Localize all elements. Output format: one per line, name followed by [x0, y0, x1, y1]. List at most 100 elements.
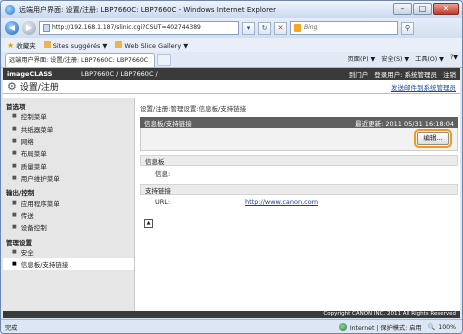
sidebar-item-label: 安全: [20, 248, 34, 257]
sidebar-item-label: 质量菜单: [20, 162, 47, 171]
brand-name: imageCLASS: [7, 70, 53, 78]
bullet-icon: ■: [12, 162, 17, 169]
device-model: LBP7660C / LBP7660C /: [81, 70, 158, 78]
sidebar-item-network[interactable]: ■ 网络: [3, 135, 134, 147]
edit-button[interactable]: 编辑...: [414, 129, 452, 148]
browser-window: 远端用户界面: 设置/注册: LBP7660C: LBP7660C - Wind…: [0, 0, 463, 334]
forward-button[interactable]: ▶: [22, 21, 36, 35]
sidebar-item-layout[interactable]: ■ 布局菜单: [3, 147, 134, 159]
cmd-tools[interactable]: 工具(O) ▼: [415, 54, 444, 63]
zoom-icon: 🔍: [427, 324, 436, 331]
sidebar-item-label: 控制菜单: [20, 113, 47, 122]
logout-link[interactable]: 注销: [443, 69, 456, 79]
support-url-link[interactable]: http://www.canon.com: [245, 198, 318, 206]
title-bar: 远端用户界面: 设置/注册: LBP7660C: LBP7660C - Wind…: [1, 1, 462, 18]
favorites-bar: ★ 收藏夹 Sites suggérés ▼ Web Slice Gallery…: [1, 38, 462, 52]
sidebar-group-title: 首选项: [6, 103, 26, 111]
bullet-icon: ■: [12, 150, 17, 157]
fav-item-label: Web Slice Gallery ▼: [124, 41, 189, 50]
sidebar-item-transfer[interactable]: ■ 传送: [3, 209, 134, 221]
tab-active[interactable]: 远端用户界面: 设置/注册: LBP7660C: LBP7660C: [5, 52, 155, 67]
status-bar: 完成 Internet | 保护模式: 启用 🔍 100%: [1, 319, 462, 333]
globe-icon: [338, 323, 347, 331]
sidebar-item-maintenance[interactable]: ■ 用户维护菜单: [3, 172, 134, 184]
sidebar-item-device-control[interactable]: ■ 设备控制: [3, 221, 134, 233]
bullet-icon: ■: [12, 224, 17, 231]
sidebar-item-security[interactable]: ■ 安全: [3, 246, 134, 258]
cmd-help[interactable]: ?▼: [450, 54, 458, 63]
zoom-control[interactable]: 🔍 100%: [427, 323, 462, 332]
app-header: imageCLASS LBP7660C / LBP7660C / 到门户 登录用…: [3, 68, 460, 80]
minimize-button[interactable]: –: [393, 3, 412, 15]
portal-link[interactable]: 到门户: [349, 69, 369, 79]
new-tab-button[interactable]: [157, 53, 171, 66]
zone-indicator[interactable]: Internet | 保护模式: 启用: [338, 323, 428, 332]
search-button[interactable]: ⚲: [401, 21, 414, 35]
footer-copyright: Copyright CANON INC. 2011 All Rights Res…: [3, 311, 460, 318]
bullet-icon: ■: [12, 125, 17, 132]
back-button[interactable]: ◀: [5, 21, 19, 35]
sidebar-item-quality[interactable]: ■ 质量菜单: [3, 160, 134, 172]
bullet-icon: ■: [12, 211, 17, 218]
bullet-icon: ■: [12, 137, 17, 144]
section-header-support: 支持链接: [140, 184, 458, 195]
bullet-icon: ■: [12, 113, 17, 120]
page-title: 设置/注册: [19, 83, 59, 93]
page-icon: [43, 24, 50, 32]
last-updated: 最近更新: 2011 05/31 16:18:04: [355, 119, 454, 128]
fav-item-webslice[interactable]: Web Slice Gallery ▼: [115, 40, 189, 50]
zone-text: Internet | 保护模式: 启用: [349, 324, 422, 332]
panel-header: 信息板/支持链接 最近更新: 2011 05/31 16:18:04: [140, 117, 458, 128]
cmd-page[interactable]: 页面(P) ▼: [348, 54, 376, 63]
command-bar: 页面(P) ▼ 安全(S) ▼ 工具(O) ▼ ?▼: [348, 54, 458, 63]
sidebar-item-label: 设备控制: [20, 224, 47, 233]
bullet-icon: ■: [12, 248, 17, 255]
url-label: URL:: [155, 198, 171, 206]
section-header-info: 信息板: [140, 155, 458, 166]
maximize-button[interactable]: □: [413, 3, 432, 15]
sidebar-group-title: 输出/控制: [6, 189, 35, 198]
search-input[interactable]: Bing: [290, 21, 398, 35]
send-mail-link[interactable]: 发送邮件到系统管理员: [391, 82, 456, 92]
fav-icon: [115, 40, 123, 48]
bing-icon: [294, 24, 301, 32]
stop-button[interactable]: ✕: [274, 21, 287, 35]
cmd-safety[interactable]: 安全(S) ▼: [381, 54, 409, 63]
breadcrumb: 设置/注册:管理设置:信息板/支持链接: [140, 105, 247, 113]
sidebar-item-feeder[interactable]: ■ 共纸器菜单: [3, 122, 134, 134]
window-title: 远端用户界面: 设置/注册: LBP7660C: LBP7660C - Wind…: [19, 5, 276, 14]
sidebar-item-application[interactable]: ■ 应用程序菜单: [3, 196, 134, 208]
favorites-button[interactable]: ★ 收藏夹: [7, 40, 36, 50]
info-label: 信息:: [155, 170, 171, 178]
sidebar-item-label: 用户维护菜单: [20, 175, 60, 184]
sidebar-item-label: 传送: [20, 211, 34, 220]
sidebar-item-label: 共纸器菜单: [20, 125, 54, 134]
sidebar-item-label: 信息板/支持链接: [20, 261, 69, 270]
url-field[interactable]: http://192.168.1.187/slinic.cgi?CSUT=402…: [39, 21, 239, 35]
sidebar-group-title: 管理设置: [6, 238, 32, 247]
url-text: http://192.168.1.187/slinic.cgi?CSUT=402…: [52, 24, 201, 31]
close-button[interactable]: ✕: [433, 3, 459, 15]
search-placeholder: Bing: [304, 24, 318, 31]
sidebar: 首选项 ■ 控制菜单 ■ 共纸器菜单 ■ 网络 ■ 布局菜单 ■ 质量菜单 ■ 用户维护菜单…: [3, 98, 135, 311]
url-row: URL: http://www.canon.com: [140, 195, 458, 209]
dropdown-button[interactable]: ▾: [242, 21, 255, 35]
zoom-level: 100%: [438, 323, 456, 331]
favorites-label: 收藏夹: [16, 42, 36, 50]
tab-label: 远端用户界面: 设置/注册: LBP7660C: LBP7660C: [9, 56, 149, 64]
bullet-icon: ■: [12, 261, 17, 268]
sub-header: ⚙ 设置/注册 发送邮件到系统管理员: [3, 80, 460, 94]
sidebar-item-control[interactable]: ■ 控制菜单: [3, 110, 134, 122]
address-bar: ◀ ▶ http://192.168.1.187/slinic.cgi?CSUT…: [1, 18, 462, 38]
page-content: imageCLASS LBP7660C / LBP7660C / 到门户 登录用…: [3, 68, 460, 318]
sidebar-item-label: 应用程序菜单: [20, 199, 60, 208]
fav-item-suggested[interactable]: Sites suggérés ▼: [43, 40, 107, 50]
gear-icon: ⚙: [7, 80, 17, 93]
panel-title: 信息板/支持链接: [144, 119, 192, 128]
scroll-top-icon[interactable]: ▲: [144, 219, 153, 228]
refresh-button[interactable]: ↻: [258, 21, 271, 35]
sidebar-item-info-board[interactable]: ■ 信息板/支持链接: [3, 257, 134, 271]
main-panel: 设置/注册:管理设置:信息板/支持链接 信息板/支持链接 最近更新: 2011 …: [140, 98, 458, 311]
bullet-icon: ■: [12, 175, 17, 182]
fav-icon: [43, 40, 51, 48]
